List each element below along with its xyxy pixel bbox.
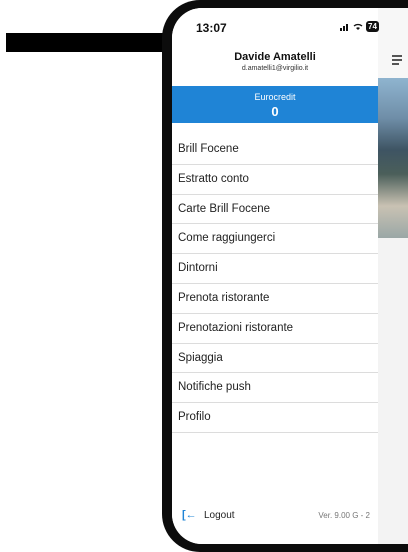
menu-item-dintorni[interactable]: Dintorni (172, 254, 378, 284)
menu-item-come-raggiungerci[interactable]: Come raggiungerci (172, 224, 378, 255)
wifi-icon (353, 23, 363, 30)
logout-button[interactable]: Logout (204, 510, 235, 521)
menu-item-spiaggia[interactable]: Spiaggia (172, 344, 378, 374)
menu-item-estratto-conto[interactable]: Estratto conto (172, 165, 378, 195)
navigation-drawer: 13:07 74 Davide Amatelli d.amatelli1@vir… (172, 8, 379, 544)
black-bar (6, 33, 186, 52)
backdrop-header (378, 8, 408, 78)
eurocredit-label: Eurocredit (254, 92, 296, 102)
drawer-footer: [← Logout Ver. 9.00 G - 2 (172, 508, 378, 528)
status-bar: 13:07 74 (172, 18, 379, 35)
user-email: d.amatelli1@virgilio.it (241, 65, 309, 72)
version-label: Ver. 9.00 G - 2 (318, 511, 370, 520)
eurocredit-banner: Eurocredit 0 (172, 86, 378, 123)
status-time: 13:07 (196, 21, 227, 35)
hamburger-menu-icon[interactable] (392, 55, 402, 67)
beach-photo (378, 78, 408, 238)
menu-item-carte-brill-focene[interactable]: Carte Brill Focene (172, 195, 378, 225)
eurocredit-value: 0 (271, 104, 279, 119)
user-name: Davide Amatelli (234, 51, 316, 63)
app-backdrop (378, 8, 408, 544)
drawer-menu: Brill Focene Estratto conto Carte Brill … (172, 135, 378, 433)
menu-item-prenotazioni-ristorante[interactable]: Prenotazioni ristorante (172, 314, 378, 344)
menu-item-notifiche-push[interactable]: Notifiche push (172, 373, 378, 404)
phone-screen: 13:07 74 Davide Amatelli d.amatelli1@vir… (172, 8, 408, 544)
battery-icon: 74 (366, 21, 379, 32)
menu-item-profilo[interactable]: Profilo (172, 403, 378, 433)
status-icons: 74 (340, 21, 379, 32)
menu-item-brill-focene[interactable]: Brill Focene (172, 135, 378, 165)
menu-item-prenota-ristorante[interactable]: Prenota ristorante (172, 284, 378, 314)
logout-icon[interactable]: [← (182, 509, 197, 521)
signal-icon (340, 23, 348, 31)
